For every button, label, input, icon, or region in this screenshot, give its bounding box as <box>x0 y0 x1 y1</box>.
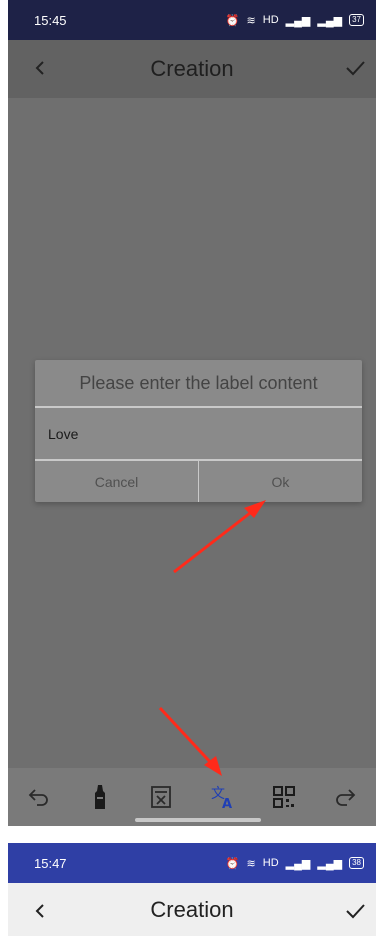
status-bar: 15:47 ⏰ ≋ HD ▂▄▆ ▂▄▆ 38 <box>8 843 376 883</box>
back-icon[interactable] <box>32 899 48 923</box>
battery-icon: 38 <box>349 857 364 869</box>
signal-2-icon: ▂▄▆ <box>317 857 343 870</box>
status-icons: ⏰ ≋ HD ▂▄▆ ▂▄▆ 38 <box>226 857 364 870</box>
wifi-icon: ≋ <box>246 857 256 870</box>
annotation-arrow-ok <box>173 500 266 574</box>
app-bar: Creation <box>8 883 376 936</box>
confirm-check-icon[interactable] <box>344 901 366 921</box>
page-title: Creation <box>150 896 234 922</box>
alarm-icon: ⏰ <box>225 857 240 870</box>
screenshot-2: 15:47 ⏰ ≋ HD ▂▄▆ ▂▄▆ 38 Creation <box>8 843 376 936</box>
annotation-arrows <box>158 500 266 776</box>
status-time: 15:47 <box>34 855 67 871</box>
signal-icon: ▂▄▆ <box>285 857 311 870</box>
annotation-arrow-translate <box>158 706 222 776</box>
screenshot-1: 15:45 ⏰ ≋ HD ▂▄▆ ▂▄▆ 37 Creation Please … <box>8 0 376 826</box>
hd-icon: HD <box>262 857 279 869</box>
